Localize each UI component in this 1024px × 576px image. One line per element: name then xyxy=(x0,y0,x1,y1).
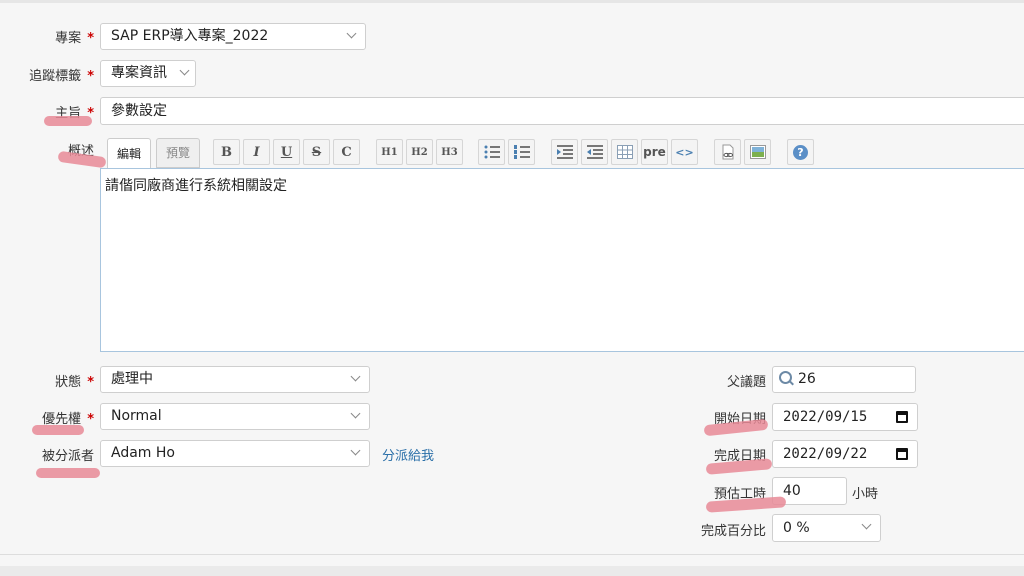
priority-value: Normal xyxy=(111,408,162,424)
highlight-mark xyxy=(44,116,92,126)
due-date-value: 2022/09/22 xyxy=(783,446,868,462)
description-textarea[interactable]: 請偕同廠商進行系統相關設定 xyxy=(100,168,1024,352)
heading3-button[interactable]: H3 xyxy=(436,139,463,165)
chevron-down-icon xyxy=(181,70,189,78)
heading1-button[interactable]: H1 xyxy=(376,139,403,165)
underline-button[interactable]: U xyxy=(273,139,300,165)
link-button[interactable] xyxy=(714,139,741,165)
calendar-icon[interactable] xyxy=(896,411,908,423)
tracker-select[interactable]: 專案資訊 xyxy=(100,60,196,87)
heading2-button[interactable]: H2 xyxy=(406,139,433,165)
start-date-input[interactable]: 2022/09/15 xyxy=(772,403,918,431)
done-ratio-select[interactable]: 0 % xyxy=(772,514,881,542)
strike-button[interactable]: S xyxy=(303,139,330,165)
start-date-value: 2022/09/15 xyxy=(783,409,868,425)
estimated-time-unit: 小時 xyxy=(852,487,879,502)
tab-preview[interactable]: 預覽 xyxy=(156,138,200,168)
parent-issue-value: 26 xyxy=(798,371,816,387)
chevron-down-icon xyxy=(348,33,356,41)
parent-issue-label: 父議題 xyxy=(726,375,766,390)
priority-select[interactable]: Normal xyxy=(100,403,370,430)
status-select[interactable]: 處理中 xyxy=(100,366,370,393)
due-date-input[interactable]: 2022/09/22 xyxy=(772,440,918,468)
parent-issue-input[interactable]: 26 xyxy=(772,366,916,393)
table-icon xyxy=(616,145,633,159)
numbered-list-button[interactable] xyxy=(508,139,535,165)
italic-button[interactable]: I xyxy=(243,139,270,165)
code-button[interactable]: C xyxy=(333,139,360,165)
done-ratio-value: 0 % xyxy=(783,520,810,536)
search-icon xyxy=(779,371,792,384)
top-divider xyxy=(0,0,1024,3)
description-content: 請偕同廠商進行系統相關設定 xyxy=(105,178,287,194)
assignee-label: 被分派者 xyxy=(41,449,94,464)
image-button[interactable] xyxy=(744,139,771,165)
project-select[interactable]: SAP ERP導入專案_2022 xyxy=(100,23,366,50)
tracker-label: 追蹤標籤 * xyxy=(29,69,94,84)
chevron-down-icon xyxy=(863,524,871,532)
chevron-down-icon xyxy=(352,450,360,458)
indent-icon xyxy=(556,145,573,159)
numbered-list-icon xyxy=(513,145,530,159)
assignee-value: Adam Ho xyxy=(111,445,175,461)
bulleted-list-icon xyxy=(484,145,500,159)
bulleted-list-button[interactable] xyxy=(478,139,505,165)
table-button[interactable] xyxy=(611,139,638,165)
project-label: 專案 * xyxy=(55,31,94,46)
link-page-icon xyxy=(722,144,733,160)
assign-to-me-link[interactable]: 分派給我 xyxy=(382,445,434,464)
tab-edit[interactable]: 編輯 xyxy=(107,138,151,169)
status-label: 狀態 * xyxy=(55,375,94,390)
highlight-mark xyxy=(32,425,84,435)
code-highlight-button[interactable]: <> xyxy=(671,139,698,165)
chevron-down-icon xyxy=(352,413,360,421)
indent-button[interactable] xyxy=(551,139,578,165)
image-icon xyxy=(749,145,766,159)
subject-value: 參數設定 xyxy=(111,103,167,119)
highlight-mark xyxy=(57,150,107,169)
help-button[interactable]: ? xyxy=(787,139,814,165)
status-value: 處理中 xyxy=(111,371,153,387)
help-icon: ? xyxy=(793,144,808,160)
calendar-icon[interactable] xyxy=(896,448,908,460)
subject-input[interactable]: 參數設定 xyxy=(100,97,1024,125)
tracker-value: 專案資訊 xyxy=(111,65,167,81)
done-ratio-label: 完成百分比 xyxy=(700,524,766,539)
outdent-button[interactable] xyxy=(581,139,608,165)
preformatted-button[interactable]: pre xyxy=(641,139,668,165)
assignee-select[interactable]: Adam Ho xyxy=(100,440,370,467)
bottom-bar xyxy=(0,566,1024,576)
estimated-time-value: 40 xyxy=(783,483,801,499)
bottom-divider xyxy=(0,554,1024,555)
chevron-down-icon xyxy=(352,376,360,384)
outdent-icon xyxy=(586,145,603,159)
highlight-mark xyxy=(36,468,100,478)
project-value: SAP ERP導入專案_2022 xyxy=(111,28,269,44)
bold-button[interactable]: B xyxy=(213,139,240,165)
